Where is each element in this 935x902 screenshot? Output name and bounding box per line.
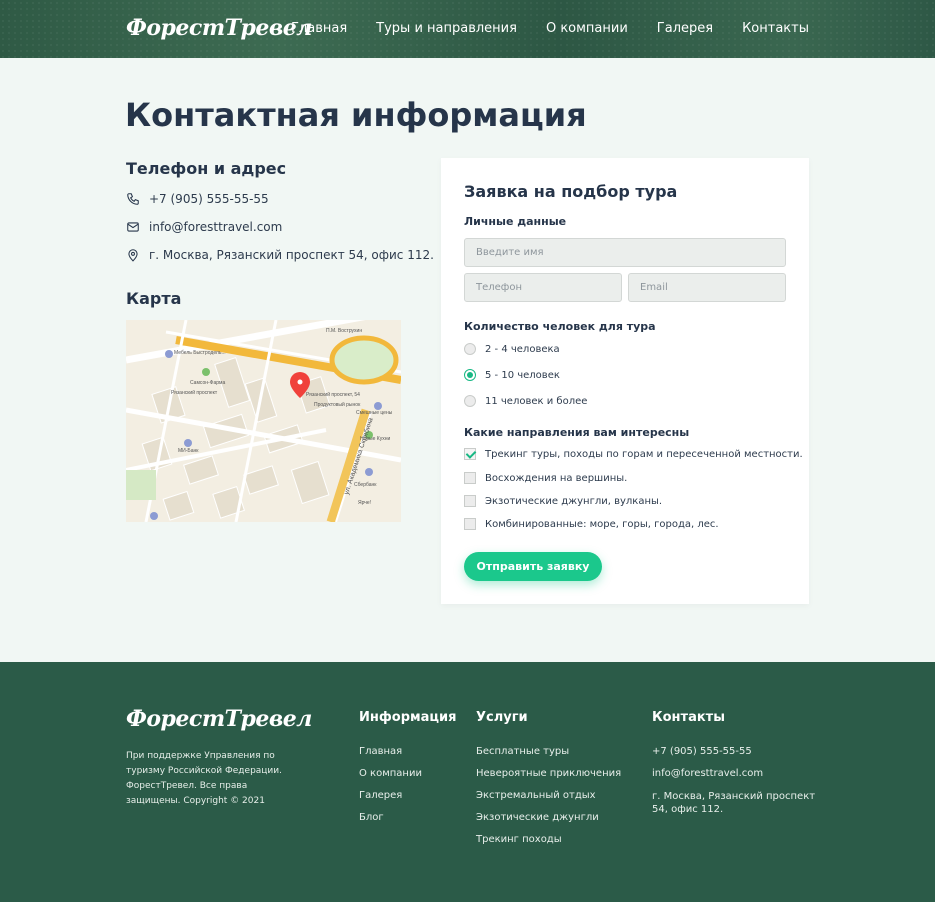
checkbox-direction-4[interactable] (464, 518, 476, 530)
footer-link-adventures[interactable]: Невероятные приключения (476, 768, 621, 779)
page-title: Контактная информация (125, 96, 587, 134)
map-label-pin: Рязанский проспект, 54 (306, 391, 360, 398)
radio-people-3[interactable] (464, 395, 476, 407)
contact-address: г. Москва, Рязанский проспект 54, офис 1… (126, 248, 434, 262)
checkbox-direction-2[interactable] (464, 472, 476, 484)
footer-logo[interactable]: ФорестТревел (126, 706, 312, 732)
people-option-1[interactable]: 2 - 4 человека (464, 343, 560, 355)
contact-email[interactable]: info@foresttravel.com (126, 220, 282, 234)
direction-option-2[interactable]: Восхождения на вершины. (464, 472, 627, 484)
people-option-label: 11 человек и более (485, 395, 588, 407)
people-option-3[interactable]: 11 человек и более (464, 395, 587, 407)
map-label-mall: Смешные цены (356, 410, 393, 416)
footer-address: г. Москва, Рязанский проспект 54, офис 1… (652, 791, 816, 815)
footer-contacts-title: Контакты (652, 710, 725, 725)
personal-data-title: Личные данные (464, 215, 567, 228)
map-title: Карта (126, 289, 182, 308)
map-label-shop: Мебель Быстродель... (174, 350, 226, 356)
footer-description: При поддержке Управления по туризму Росс… (126, 751, 282, 806)
phone-icon (127, 193, 139, 205)
nav-contacts[interactable]: Контакты (742, 21, 809, 36)
radio-people-2[interactable] (464, 369, 476, 381)
nav-about[interactable]: О компании (546, 21, 628, 36)
name-input[interactable] (464, 238, 786, 267)
footer-phone[interactable]: +7 (905) 555-55-55 (652, 746, 752, 757)
checkbox-direction-3[interactable] (464, 495, 476, 507)
phone-input[interactable] (464, 273, 622, 302)
form-title: Заявка на подбор тура (464, 182, 678, 201)
location-pin-icon (128, 249, 138, 262)
nav-tours[interactable]: Туры и направления (376, 21, 517, 36)
map-label-mibank: МИ-Банк (178, 448, 199, 454)
footer-link-blog[interactable]: Блог (359, 812, 384, 823)
mail-icon (127, 222, 139, 232)
map-label-yarche: Ярче! (358, 500, 371, 506)
people-count-title: Количество человек для тура (464, 320, 656, 333)
direction-option-label: Комбинированные: море, горы, города, лес… (485, 518, 719, 530)
email-input[interactable] (628, 273, 786, 302)
footer-link-about[interactable]: О компании (359, 768, 422, 779)
contacts-title: Телефон и адрес (126, 159, 287, 178)
direction-option-label: Восхождения на вершины. (485, 472, 628, 484)
direction-option-1[interactable]: Трекинг туры, походы по горам и пересече… (464, 448, 803, 460)
map-label-market: Продуктовый рынок (314, 401, 361, 408)
directions-title: Какие направления вам интересны (464, 426, 690, 439)
contact-address-text: г. Москва, Рязанский проспект 54, офис 1… (149, 248, 434, 262)
people-option-2[interactable]: 5 - 10 человек (464, 369, 560, 381)
map-label-vostr: П.М. Вострухин (326, 328, 362, 334)
contact-phone[interactable]: +7 (905) 555-55-55 (126, 192, 269, 206)
contact-email-text: info@foresttravel.com (149, 220, 283, 234)
footer-link-free-tours[interactable]: Бесплатные туры (476, 746, 569, 757)
direction-option-4[interactable]: Комбинированные: море, горы, города, лес… (464, 518, 719, 530)
footer-link-extreme[interactable]: Экстремальный отдых (476, 790, 596, 801)
map[interactable]: Мебель Быстродель... Самсон-Фарма Рязанс… (126, 320, 401, 522)
footer-link-jungle[interactable]: Экзотические джунгли (476, 812, 599, 823)
site-header: ФорестТревел Главная Туры и направления … (0, 0, 935, 58)
footer-email[interactable]: info@foresttravel.com (652, 768, 763, 779)
nav-gallery[interactable]: Галерея (657, 21, 713, 36)
map-label-bank: Сбербанк (354, 482, 377, 488)
map-image: Мебель Быстродель... Самсон-Фарма Рязанс… (126, 320, 401, 522)
footer-link-gallery[interactable]: Галерея (359, 790, 402, 801)
submit-button[interactable]: Отправить заявку (464, 552, 602, 581)
footer-info-title: Информация (359, 710, 457, 725)
footer-link-trekking[interactable]: Трекинг походы (476, 834, 562, 845)
nav-home[interactable]: Главная (291, 21, 347, 36)
radio-people-1[interactable] (464, 343, 476, 355)
footer-services-title: Услуги (476, 710, 528, 725)
contact-phone-text: +7 (905) 555-55-55 (149, 192, 269, 206)
people-option-label: 2 - 4 человека (485, 343, 560, 355)
people-option-label: 5 - 10 человек (485, 369, 560, 381)
site-footer: ФорестТревел При поддержке Управления по… (0, 662, 935, 902)
main-nav: Главная Туры и направления О компании Га… (262, 21, 809, 36)
direction-option-3[interactable]: Экзотические джунгли, вулканы. (464, 495, 662, 507)
footer-link-home[interactable]: Главная (359, 746, 402, 757)
checkbox-direction-1[interactable] (464, 448, 476, 460)
map-label-metro: Рязанский проспект (171, 389, 218, 396)
direction-option-label: Трекинг туры, походы по горам и пересече… (485, 448, 803, 460)
direction-option-label: Экзотические джунгли, вулканы. (485, 495, 663, 507)
tour-request-form: Заявка на подбор тура Личные данные Коли… (441, 158, 809, 604)
map-label-pharmacy: Самсон-Фарма (190, 380, 225, 386)
